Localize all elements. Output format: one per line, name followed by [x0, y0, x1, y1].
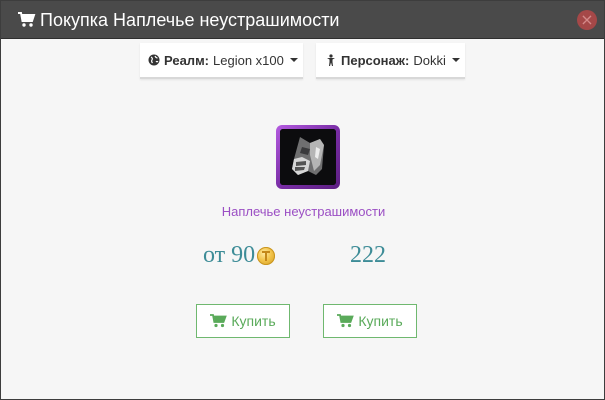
buy-button-label: Купить [358, 313, 403, 329]
price-prefix: от [203, 242, 226, 268]
realm-label: Реалм: [164, 52, 210, 68]
chevron-down-icon [451, 58, 460, 62]
realm-dropdown[interactable]: Реалм: Legion x100 [140, 43, 303, 79]
shopping-cart-icon [337, 314, 355, 328]
price-from: от 90 [203, 242, 276, 269]
buy-button-alt[interactable]: Купить [323, 304, 417, 338]
shoulder-armor-icon [280, 129, 336, 185]
coin-icon [257, 246, 276, 265]
chevron-down-icon [289, 58, 298, 62]
modal-title: Покупка Наплечье неустрашимости [40, 9, 340, 30]
price-alt-value: 222 [350, 242, 386, 268]
shopping-cart-icon [210, 314, 228, 328]
shopping-cart-icon [18, 11, 36, 28]
character-dropdown[interactable]: Персонаж: Dokki [316, 43, 465, 79]
buy-button-label: Купить [231, 313, 276, 329]
item-name: Наплечье неустрашимости [221, 204, 386, 219]
price-alt: 222 [350, 242, 386, 269]
character-value: Dokki [413, 52, 446, 68]
selector-bar: Реалм: Legion x100 Персонаж: Dokki [140, 43, 470, 79]
close-icon: × [580, 10, 594, 29]
person-icon [325, 54, 337, 66]
character-label: Персонаж: [341, 52, 410, 68]
realm-value: Legion x100 [213, 52, 284, 68]
globe-icon [148, 54, 160, 66]
price-from-value: 90 [231, 242, 256, 268]
purchase-modal: Покупка Наплечье неустрашимости × Реалм:… [0, 0, 605, 400]
close-button[interactable]: × [577, 10, 597, 30]
modal-header: Покупка Наплечье неустрашимости × [1, 1, 604, 39]
buy-button-coins[interactable]: Купить [196, 304, 290, 338]
item-icon-frame [276, 125, 340, 189]
